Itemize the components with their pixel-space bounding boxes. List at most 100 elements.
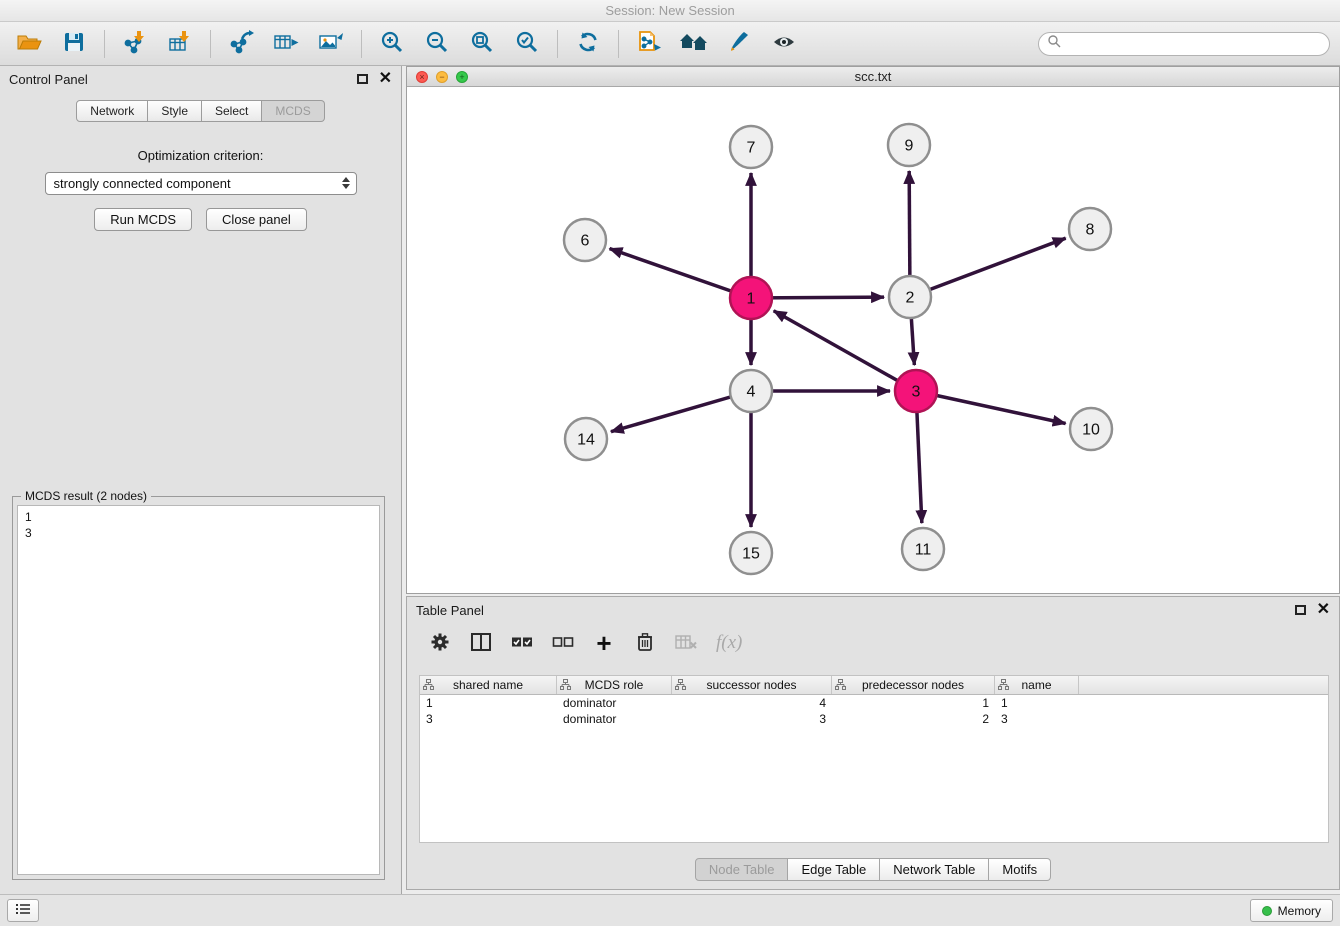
column-type-icon (835, 679, 846, 690)
import-network-button[interactable] (116, 26, 154, 62)
graphics-details-button[interactable] (765, 26, 803, 62)
export-table-button[interactable] (267, 26, 305, 62)
list-icon (15, 903, 31, 918)
graph-node-7[interactable]: 7 (730, 126, 772, 168)
column-header-label: name (1021, 678, 1051, 692)
export-image-button[interactable] (312, 26, 350, 62)
zoom-in-button[interactable] (373, 26, 411, 62)
mcds-result-box[interactable]: 13 (17, 505, 380, 875)
svg-text:6: 6 (581, 233, 590, 250)
svg-text:9: 9 (905, 138, 914, 155)
column-header-name[interactable]: name (995, 676, 1079, 694)
tab-select[interactable]: Select (202, 100, 262, 122)
close-table-panel-icon[interactable]: ✕ (1317, 602, 1330, 618)
graph-node-10[interactable]: 10 (1070, 408, 1112, 450)
graph-node-6[interactable]: 6 (564, 219, 606, 261)
delete-row-button[interactable] (634, 632, 656, 655)
graph-edge-3-to-10[interactable] (916, 391, 1066, 423)
zoom-selected-button[interactable] (508, 26, 546, 62)
network-window-titlebar[interactable]: × − + scc.txt (407, 67, 1339, 87)
tab-network-table[interactable]: Network Table (880, 858, 989, 881)
apply-layout-button[interactable] (569, 26, 607, 62)
network-from-selection-button[interactable] (630, 26, 668, 62)
tab-edge-table[interactable]: Edge Table (788, 858, 880, 881)
column-type-icon (675, 679, 686, 690)
show-columns-button[interactable] (470, 633, 492, 654)
node-table: shared nameMCDS role successor nodes prede… (419, 675, 1329, 843)
tab-mcds[interactable]: MCDS (262, 100, 324, 122)
column-header-successor-nodes[interactable]: successor nodes (672, 676, 832, 694)
memory-label: Memory (1278, 904, 1321, 918)
zoom-fit-button[interactable] (463, 26, 501, 62)
export-network-button[interactable] (222, 26, 260, 62)
criterion-dropdown-value: strongly connected component (54, 176, 231, 191)
close-panel-button[interactable]: Close panel (206, 208, 307, 231)
close-window-icon[interactable]: × (416, 71, 428, 83)
window-controls: × − + (416, 71, 468, 83)
plus-icon: + (596, 633, 611, 653)
save-session-button[interactable] (55, 26, 93, 62)
toolbar-separator (104, 30, 105, 58)
column-header-shared-name[interactable]: shared name (420, 676, 557, 694)
graph-edge-1-to-6[interactable] (610, 249, 751, 298)
eye-icon (772, 31, 796, 56)
graph-edge-3-to-1[interactable] (774, 311, 916, 391)
refresh-icon (576, 30, 600, 57)
unchecked-boxes-icon (552, 635, 574, 652)
column-header-label: successor nodes (706, 678, 796, 692)
tab-network[interactable]: Network (76, 100, 148, 122)
first-neighbors-button[interactable] (675, 26, 713, 62)
svg-text:3: 3 (912, 384, 921, 401)
criterion-dropdown[interactable]: strongly connected component (45, 172, 357, 195)
column-header-predecessor-nodes[interactable]: predecessor nodes (832, 676, 995, 694)
memory-status-dot (1262, 906, 1272, 916)
float-table-panel-icon[interactable] (1295, 605, 1306, 615)
maximize-window-icon[interactable]: + (456, 71, 468, 83)
zoom-out-icon (425, 30, 449, 57)
tab-motifs[interactable]: Motifs (989, 858, 1051, 881)
column-header-MCDS-role[interactable]: MCDS role (557, 676, 672, 694)
table-settings-button[interactable] (429, 632, 451, 655)
run-mcds-button[interactable]: Run MCDS (94, 208, 192, 231)
graph-node-9[interactable]: 9 (888, 124, 930, 166)
network-window-title: scc.txt (855, 69, 892, 84)
toolbar-search[interactable] (1038, 32, 1330, 56)
graph-node-11[interactable]: 11 (902, 528, 944, 570)
style-brush-button[interactable] (720, 26, 758, 62)
search-input[interactable] (1066, 37, 1321, 51)
close-panel-icon[interactable]: ✕ (379, 71, 392, 87)
minimize-window-icon[interactable]: − (436, 71, 448, 83)
network-graph-canvas[interactable]: 1 2 3 4 6 7 8 9 10 11 14 15 (407, 87, 1339, 593)
svg-text:10: 10 (1082, 422, 1100, 439)
graph-node-4[interactable]: 4 (730, 370, 772, 412)
status-bar: Memory (0, 894, 1340, 926)
delete-table-button[interactable] (675, 633, 697, 654)
table-row[interactable]: 3dominator323 (420, 711, 1328, 727)
window-titlebar: Session: New Session (0, 0, 1340, 22)
svg-text:14: 14 (577, 432, 595, 449)
graph-node-14[interactable]: 14 (565, 418, 607, 460)
zoom-out-button[interactable] (418, 26, 456, 62)
main-toolbar (0, 22, 1340, 66)
memory-button[interactable]: Memory (1250, 899, 1333, 922)
table-row[interactable]: 1dominator411 (420, 695, 1328, 711)
tab-node-table[interactable]: Node Table (695, 858, 789, 881)
graph-edge-2-to-8[interactable] (910, 238, 1066, 297)
task-history-button[interactable] (7, 899, 39, 922)
graph-node-8[interactable]: 8 (1069, 208, 1111, 250)
add-row-button[interactable]: + (593, 633, 615, 653)
column-type-icon (560, 679, 571, 690)
float-panel-icon[interactable] (357, 74, 368, 84)
open-session-button[interactable] (10, 26, 48, 62)
deselect-all-button[interactable] (552, 635, 574, 652)
svg-text:11: 11 (915, 542, 932, 559)
table-cell: 3 (672, 711, 832, 727)
tab-style[interactable]: Style (148, 100, 202, 122)
function-builder-button[interactable]: f(x) (716, 632, 742, 654)
graph-node-2[interactable]: 2 (889, 276, 931, 318)
graph-node-1[interactable]: 1 (730, 277, 772, 319)
graph-node-15[interactable]: 15 (730, 532, 772, 574)
select-all-button[interactable] (511, 635, 533, 652)
import-table-button[interactable] (161, 26, 199, 62)
graph-node-3[interactable]: 3 (895, 370, 937, 412)
